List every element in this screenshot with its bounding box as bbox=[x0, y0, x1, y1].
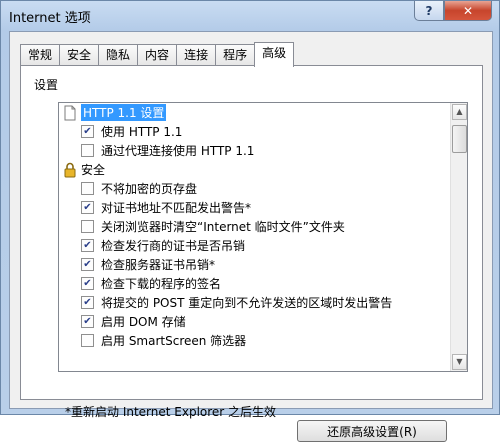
category-label: 安全 bbox=[81, 163, 106, 177]
settings-option[interactable]: ✔ 检查下载的程序的签名 bbox=[59, 274, 451, 293]
close-button[interactable]: ✕ bbox=[444, 1, 492, 21]
checkbox-checked[interactable]: ✔ bbox=[81, 201, 94, 214]
settings-option[interactable]: ✔ 使用 HTTP 1.1 bbox=[59, 122, 451, 141]
settings-option[interactable]: 启用 SmartScreen 筛选器 bbox=[59, 331, 451, 350]
tab-1[interactable]: 安全 bbox=[59, 44, 100, 66]
option-label: 通过代理连接使用 HTTP 1.1 bbox=[101, 144, 255, 158]
checkbox-unchecked[interactable] bbox=[81, 334, 94, 347]
reset-advanced-settings-button[interactable]: 还原高级设置(R) bbox=[297, 420, 447, 442]
internet-options-window: Internet 选项 ? ✕ 常规 安全 隐私 内容 连接 程序 高级 设置 HTTP 1… bbox=[0, 0, 500, 442]
advanced-panel: 设置 HTTP 1.1 设置 ✔ 使用 HTTP 1.1 通过代理连接使用 HTTP … bbox=[20, 65, 483, 442]
help-button[interactable]: ? bbox=[414, 1, 444, 21]
settings-option[interactable]: ✔ 将提交的 POST 重定向到不允许发送的区域时发出警告 bbox=[59, 293, 451, 312]
settings-rows: HTTP 1.1 设置 ✔ 使用 HTTP 1.1 通过代理连接使用 HTTP 1.1… bbox=[59, 103, 451, 350]
window-title: Internet 选项 bbox=[9, 11, 91, 26]
restart-note: *重新启动 Internet Explorer 之后生效 bbox=[65, 405, 277, 419]
page-icon bbox=[64, 105, 76, 120]
scroll-up-button[interactable]: ▲ bbox=[452, 104, 467, 120]
option-label: 检查服务器证书吊销* bbox=[101, 258, 216, 272]
option-label: 检查发行商的证书是否吊销 bbox=[101, 239, 246, 253]
checkbox-checked[interactable]: ✔ bbox=[81, 258, 94, 271]
tab-2[interactable]: 隐私 bbox=[98, 44, 139, 66]
checkbox-unchecked[interactable] bbox=[81, 182, 94, 195]
settings-list[interactable]: HTTP 1.1 设置 ✔ 使用 HTTP 1.1 通过代理连接使用 HTTP 1.1… bbox=[58, 102, 468, 372]
scroll-down-button[interactable]: ▼ bbox=[452, 354, 467, 370]
tab-3[interactable]: 内容 bbox=[137, 44, 178, 66]
settings-option[interactable]: ✔ 检查服务器证书吊销* bbox=[59, 255, 451, 274]
option-label: 对证书地址不匹配发出警告* bbox=[101, 201, 252, 215]
option-label: 检查下载的程序的签名 bbox=[101, 277, 222, 291]
settings-option[interactable]: ✔ 启用 DOM 存储 bbox=[59, 312, 451, 331]
option-label: 启用 DOM 存储 bbox=[101, 315, 186, 329]
dialog-client: 常规 安全 隐私 内容 连接 程序 高级 设置 HTTP 1.1 设置 ✔ 使用 HTTP 1.… bbox=[9, 31, 493, 442]
category-label: HTTP 1.1 设置 bbox=[81, 104, 167, 121]
option-label: 将提交的 POST 重定向到不允许发送的区域时发出警告 bbox=[101, 296, 393, 310]
settings-category[interactable]: 安全 bbox=[59, 160, 451, 179]
option-label: 启用 SmartScreen 筛选器 bbox=[101, 334, 247, 348]
settings-option[interactable]: 不将加密的页存盘 bbox=[59, 179, 451, 198]
lock-icon bbox=[64, 162, 76, 177]
option-label: 使用 HTTP 1.1 bbox=[101, 125, 183, 139]
checkbox-checked[interactable]: ✔ bbox=[81, 125, 94, 138]
checkbox-checked[interactable]: ✔ bbox=[81, 296, 94, 309]
settings-group-label: 设置 bbox=[34, 78, 59, 92]
checkbox-checked[interactable]: ✔ bbox=[81, 315, 94, 328]
tab-4[interactable]: 连接 bbox=[176, 44, 217, 66]
settings-category[interactable]: HTTP 1.1 设置 bbox=[59, 103, 451, 122]
option-label: 不将加密的页存盘 bbox=[101, 182, 198, 196]
settings-option[interactable]: ✔ 检查发行商的证书是否吊销 bbox=[59, 236, 451, 255]
settings-option[interactable]: ✔ 对证书地址不匹配发出警告* bbox=[59, 198, 451, 217]
option-label: 关闭浏览器时清空“Internet 临时文件”文件夹 bbox=[101, 220, 345, 234]
vertical-scrollbar[interactable]: ▲ ▼ bbox=[450, 103, 467, 371]
settings-option[interactable]: 通过代理连接使用 HTTP 1.1 bbox=[59, 141, 451, 160]
checkbox-checked[interactable]: ✔ bbox=[81, 277, 94, 290]
checkbox-unchecked[interactable] bbox=[81, 220, 94, 233]
title-bar: Internet 选项 ? ✕ bbox=[1, 1, 499, 31]
checkbox-checked[interactable]: ✔ bbox=[81, 239, 94, 252]
help-icon: ? bbox=[425, 3, 433, 18]
scroll-thumb[interactable] bbox=[452, 125, 467, 153]
tab-6[interactable]: 高级 bbox=[254, 42, 295, 67]
settings-option[interactable]: 关闭浏览器时清空“Internet 临时文件”文件夹 bbox=[59, 217, 451, 236]
tab-strip: 常规 安全 隐私 内容 连接 程序 高级 bbox=[20, 42, 295, 67]
close-icon: ✕ bbox=[462, 3, 474, 18]
tab-5[interactable]: 程序 bbox=[215, 44, 256, 66]
checkbox-unchecked[interactable] bbox=[81, 144, 94, 157]
tab-0[interactable]: 常规 bbox=[20, 44, 61, 66]
